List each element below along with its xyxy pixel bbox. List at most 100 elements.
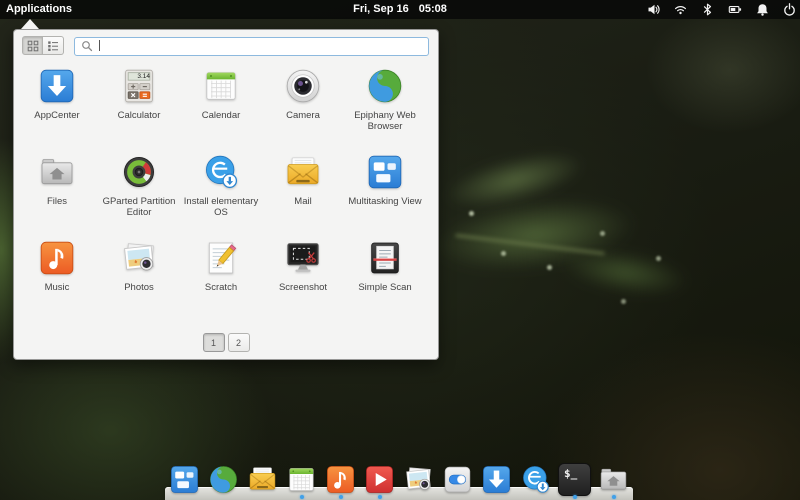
dock: $_	[165, 460, 633, 500]
install-elementary-os-icon	[519, 463, 552, 496]
page-2-button[interactable]: 2	[228, 333, 250, 352]
grid-view-icon	[27, 40, 39, 52]
app-label: Files	[47, 196, 67, 207]
app-label: Calendar	[202, 110, 241, 121]
battery-icon[interactable]	[728, 3, 742, 16]
popover-header	[22, 36, 429, 55]
scratch-icon	[201, 238, 241, 278]
dock-items: $_	[168, 463, 630, 496]
dock-item-videos[interactable]	[363, 463, 396, 496]
app-label: AppCenter	[34, 110, 79, 121]
multitasking-view-icon	[168, 463, 201, 496]
install-elementary-os-icon	[201, 152, 241, 192]
app-item-scratch[interactable]: Scratch	[180, 232, 262, 318]
music-icon	[324, 463, 357, 496]
app-label: Epiphany Web Browser	[346, 110, 424, 132]
appcenter-icon	[37, 66, 77, 106]
app-label: Calculator	[118, 110, 161, 121]
branch-blur	[537, 232, 714, 313]
dock-item-multitasking-view[interactable]	[168, 463, 201, 496]
app-item-multitasking-view[interactable]: Multitasking View	[344, 146, 426, 232]
multitasking-view-icon	[365, 152, 405, 192]
list-view-button[interactable]	[43, 36, 64, 55]
dock-item-calendar[interactable]	[285, 463, 318, 496]
app-item-music[interactable]: Music	[16, 232, 98, 318]
app-item-appcenter[interactable]: AppCenter	[16, 60, 98, 146]
videos-icon	[363, 463, 396, 496]
wifi-icon[interactable]	[674, 3, 687, 16]
search-input[interactable]	[74, 37, 429, 56]
power-icon[interactable]	[783, 3, 796, 16]
notifications-icon[interactable]	[756, 3, 769, 16]
simple-scan-icon	[365, 238, 405, 278]
dock-item-files[interactable]	[597, 463, 630, 496]
list-view-icon	[47, 40, 59, 52]
search-box	[74, 36, 429, 55]
dock-item-system-settings[interactable]	[441, 463, 474, 496]
calendar-icon	[201, 66, 241, 106]
photos-icon	[402, 463, 435, 496]
music-icon	[37, 238, 77, 278]
dock-item-terminal[interactable]: $_	[558, 463, 591, 496]
photos-icon	[119, 238, 159, 278]
appcenter-icon	[480, 463, 513, 496]
app-label: Multitasking View	[348, 196, 421, 207]
popover-pointer	[21, 19, 39, 29]
mail-icon	[246, 463, 279, 496]
app-item-camera[interactable]: Camera	[262, 60, 344, 146]
app-item-epiphany-web-browser[interactable]: Epiphany Web Browser	[344, 60, 426, 146]
running-indicator	[300, 495, 304, 499]
app-item-mail[interactable]: Mail	[262, 146, 344, 232]
mail-icon	[283, 152, 323, 192]
view-toggle	[22, 36, 64, 55]
app-item-install-elementary-os[interactable]: Install elementary OS	[180, 146, 262, 232]
applications-menu-button[interactable]: Applications	[6, 0, 72, 19]
system-settings-icon	[441, 463, 474, 496]
files-icon	[597, 463, 630, 496]
dock-item-install-elementary-os[interactable]	[519, 463, 552, 496]
camera-icon	[283, 66, 323, 106]
dock-item-appcenter[interactable]	[480, 463, 513, 496]
app-item-files[interactable]: Files	[16, 146, 98, 232]
app-item-simple-scan[interactable]: Simple Scan	[344, 232, 426, 318]
panel-time: 05:08	[419, 3, 447, 15]
applications-popover: AppCenter 3.14 Calculator Calendar Camer…	[13, 29, 439, 360]
app-item-gparted[interactable]: GParted Partition Editor	[98, 146, 180, 232]
app-label: Scratch	[205, 282, 237, 293]
app-label: Music	[45, 282, 70, 293]
dock-item-mail[interactable]	[246, 463, 279, 496]
dock-item-epiphany-web-browser[interactable]	[207, 463, 240, 496]
pagination: 1 2	[14, 333, 438, 352]
running-indicator	[612, 495, 616, 499]
app-item-screenshot[interactable]: Screenshot	[262, 232, 344, 318]
screenshot-icon	[283, 238, 323, 278]
dock-item-photos[interactable]	[402, 463, 435, 496]
epiphany-web-browser-icon	[207, 463, 240, 496]
app-label: Install elementary OS	[182, 196, 260, 218]
app-item-calculator[interactable]: 3.14 Calculator	[98, 60, 180, 146]
panel-date: Fri, Sep 16	[353, 3, 409, 15]
terminal-glyph: $_	[559, 464, 590, 480]
terminal-icon: $_	[558, 463, 591, 496]
epiphany-web-browser-icon	[365, 66, 405, 106]
search-icon	[81, 40, 93, 52]
app-item-photos[interactable]: Photos	[98, 232, 180, 318]
app-label: Photos	[124, 282, 154, 293]
gparted-icon	[119, 152, 159, 192]
files-icon	[37, 152, 77, 192]
calculator-display-value: 3.14	[127, 73, 150, 80]
app-label: Camera	[286, 110, 320, 121]
app-label: Simple Scan	[358, 282, 411, 293]
app-grid: AppCenter 3.14 Calculator Calendar Camer…	[16, 60, 426, 318]
app-item-calendar[interactable]: Calendar	[180, 60, 262, 146]
bluetooth-icon[interactable]	[701, 3, 714, 16]
page-1-button[interactable]: 1	[203, 333, 225, 352]
app-label: Screenshot	[279, 282, 327, 293]
running-indicator	[573, 495, 577, 499]
top-panel: Applications Fri, Sep 16 05:08	[0, 0, 800, 19]
volume-icon[interactable]	[647, 3, 660, 16]
grid-view-button[interactable]	[22, 36, 43, 55]
calendar-icon	[285, 463, 318, 496]
running-indicator	[339, 495, 343, 499]
dock-item-music[interactable]	[324, 463, 357, 496]
